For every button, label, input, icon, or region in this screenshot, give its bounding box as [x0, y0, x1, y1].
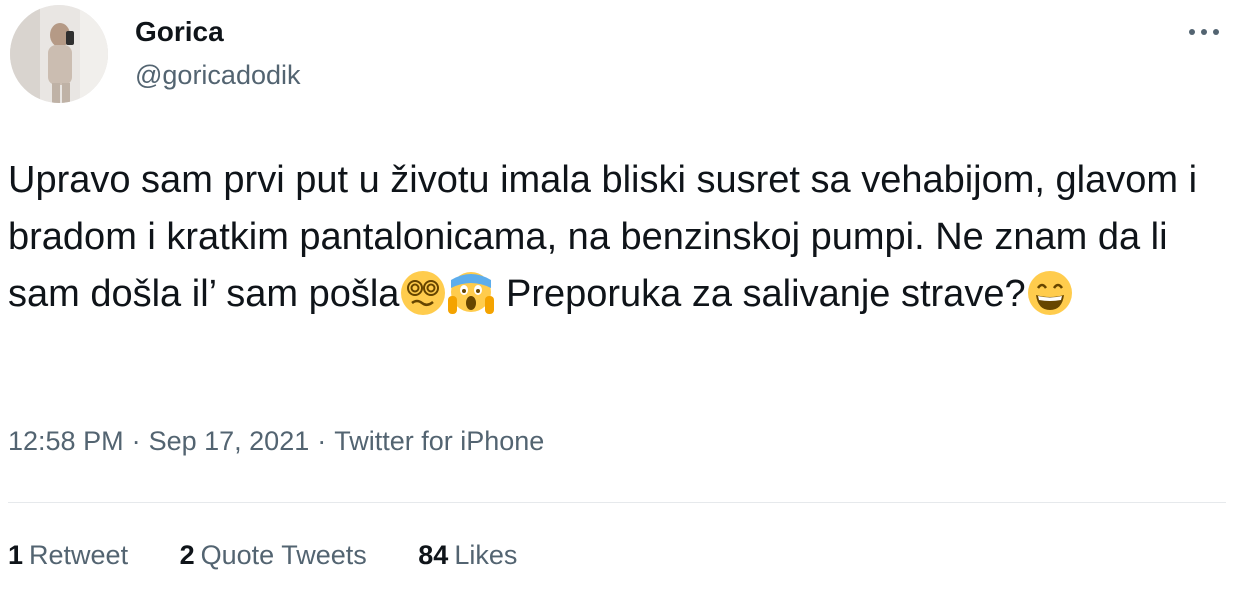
tweet-meta: 12:58 PM · Sep 17, 2021 · Twitter for iPhone	[8, 426, 544, 457]
quote-tweets-label: Quote Tweets	[200, 540, 367, 570]
retweets-stat[interactable]: 1 Retweet	[8, 540, 128, 571]
retweets-count: 1	[8, 540, 24, 570]
likes-count: 84	[418, 540, 449, 570]
tweet-text-part2: Preporuka za salivanje strave?	[495, 273, 1026, 315]
quote-tweets-stat[interactable]: 2 Quote Tweets	[180, 540, 367, 571]
dizzy-face-emoji-icon	[401, 271, 446, 315]
tweet-date[interactable]: Sep 17, 2021	[149, 426, 310, 457]
more-button[interactable]	[1184, 20, 1224, 44]
tweet-source[interactable]: Twitter for iPhone	[334, 426, 544, 457]
more-dots-icon	[1189, 29, 1219, 35]
meta-separator: ·	[317, 426, 327, 456]
divider	[8, 502, 1226, 503]
screaming-face-emoji-icon	[448, 272, 495, 314]
tweet-time[interactable]: 12:58 PM	[8, 426, 124, 457]
retweets-label: Retweet	[29, 540, 129, 570]
tweet-card: Gorica @goricadodik Upravo sam prvi put …	[0, 0, 1234, 600]
avatar-photo	[10, 5, 108, 103]
likes-label: Likes	[454, 540, 518, 570]
user-handle[interactable]: @goricadodik	[135, 60, 301, 91]
likes-stat[interactable]: 84 Likes	[418, 540, 517, 571]
tweet-stats: 1 Retweet 2 Quote Tweets 84 Likes	[8, 540, 561, 571]
tweet-text: Upravo sam prvi put u životu imala blisk…	[8, 152, 1218, 323]
grinning-face-emoji-icon	[1027, 271, 1072, 315]
meta-separator: ·	[131, 426, 141, 456]
avatar[interactable]	[10, 5, 108, 103]
display-name[interactable]: Gorica	[135, 16, 224, 48]
quote-tweets-count: 2	[179, 540, 195, 570]
